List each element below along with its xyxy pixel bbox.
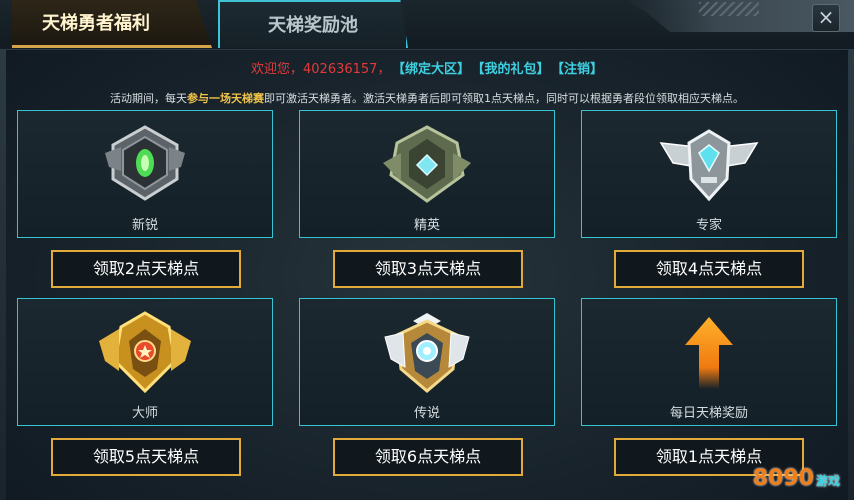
watermark-brand: 8090 xyxy=(752,466,814,491)
site-watermark-logo: 8090 游戏 xyxy=(753,466,840,496)
master-emblem-icon xyxy=(95,311,195,394)
right-frame-bar xyxy=(848,50,854,500)
tab-ladder-hero-welfare[interactable]: 天梯勇者福利 xyxy=(12,0,212,48)
watermark-sub: 游戏 xyxy=(815,474,840,488)
tier-card-master: 大师 xyxy=(17,298,273,426)
up-arrow-icon xyxy=(659,311,759,393)
tier-card-daily: 每日天梯奖励 xyxy=(581,298,837,426)
tier-name: 精英 xyxy=(413,218,440,233)
notice-highlight: 参与一场天梯赛 xyxy=(187,92,264,105)
event-notice: 活动期间，每天参与一场天梯赛即可激活天梯勇者。激活天梯勇者后即可领取1点天梯点，… xyxy=(0,90,854,106)
tab-label: 天梯奖励池 xyxy=(268,15,358,36)
expert-emblem-icon xyxy=(659,123,759,205)
tier-card-expert: 专家 xyxy=(581,110,837,238)
rookie-emblem-icon xyxy=(95,123,195,205)
tier-name: 新锐 xyxy=(131,218,158,233)
notice-text-start: 活动期间，每天 xyxy=(110,92,187,105)
claim-button-master[interactable]: 领取5点天梯点 xyxy=(51,438,241,476)
claim-button-rookie[interactable]: 领取2点天梯点 xyxy=(51,250,241,288)
claim-button-elite[interactable]: 领取3点天梯点 xyxy=(333,250,523,288)
tier-name: 每日天梯奖励 xyxy=(669,406,748,421)
claim-button-legend[interactable]: 领取6点天梯点 xyxy=(333,438,523,476)
tier-name: 大师 xyxy=(131,406,158,421)
logout-link[interactable]: 【注销】 xyxy=(557,62,603,77)
my-gifts-link[interactable]: 【我的礼包】 xyxy=(478,62,550,77)
claim-button-expert[interactable]: 领取4点天梯点 xyxy=(614,250,804,288)
tab-ladder-reward-pool[interactable]: 天梯奖励池 xyxy=(218,0,408,48)
notice-text-end: 即可激活天梯勇者。激活天梯勇者后即可领取1点天梯点，同时可以根据勇者段位领取相应… xyxy=(264,92,744,105)
close-icon: × xyxy=(817,5,835,29)
elite-emblem-icon xyxy=(377,123,477,205)
tab-label: 天梯勇者福利 xyxy=(42,13,150,34)
tier-name: 专家 xyxy=(695,218,722,233)
welcome-greeting: 欢迎您，402636157， xyxy=(251,62,391,77)
close-button[interactable]: × xyxy=(812,4,840,32)
tier-name: 传说 xyxy=(413,406,440,421)
bind-region-link[interactable]: 【绑定大区】 xyxy=(398,62,470,77)
tier-card-elite: 精英 xyxy=(299,110,555,238)
tier-card-legend: 传说 xyxy=(299,298,555,426)
tier-card-rookie: 新锐 xyxy=(17,110,273,238)
left-frame-bar xyxy=(0,50,6,500)
welcome-bar: 欢迎您，402636157， 【绑定大区】 【我的礼包】 【注销】 xyxy=(0,58,854,77)
legend-emblem-icon xyxy=(377,311,477,393)
frame-stripes xyxy=(699,2,759,16)
